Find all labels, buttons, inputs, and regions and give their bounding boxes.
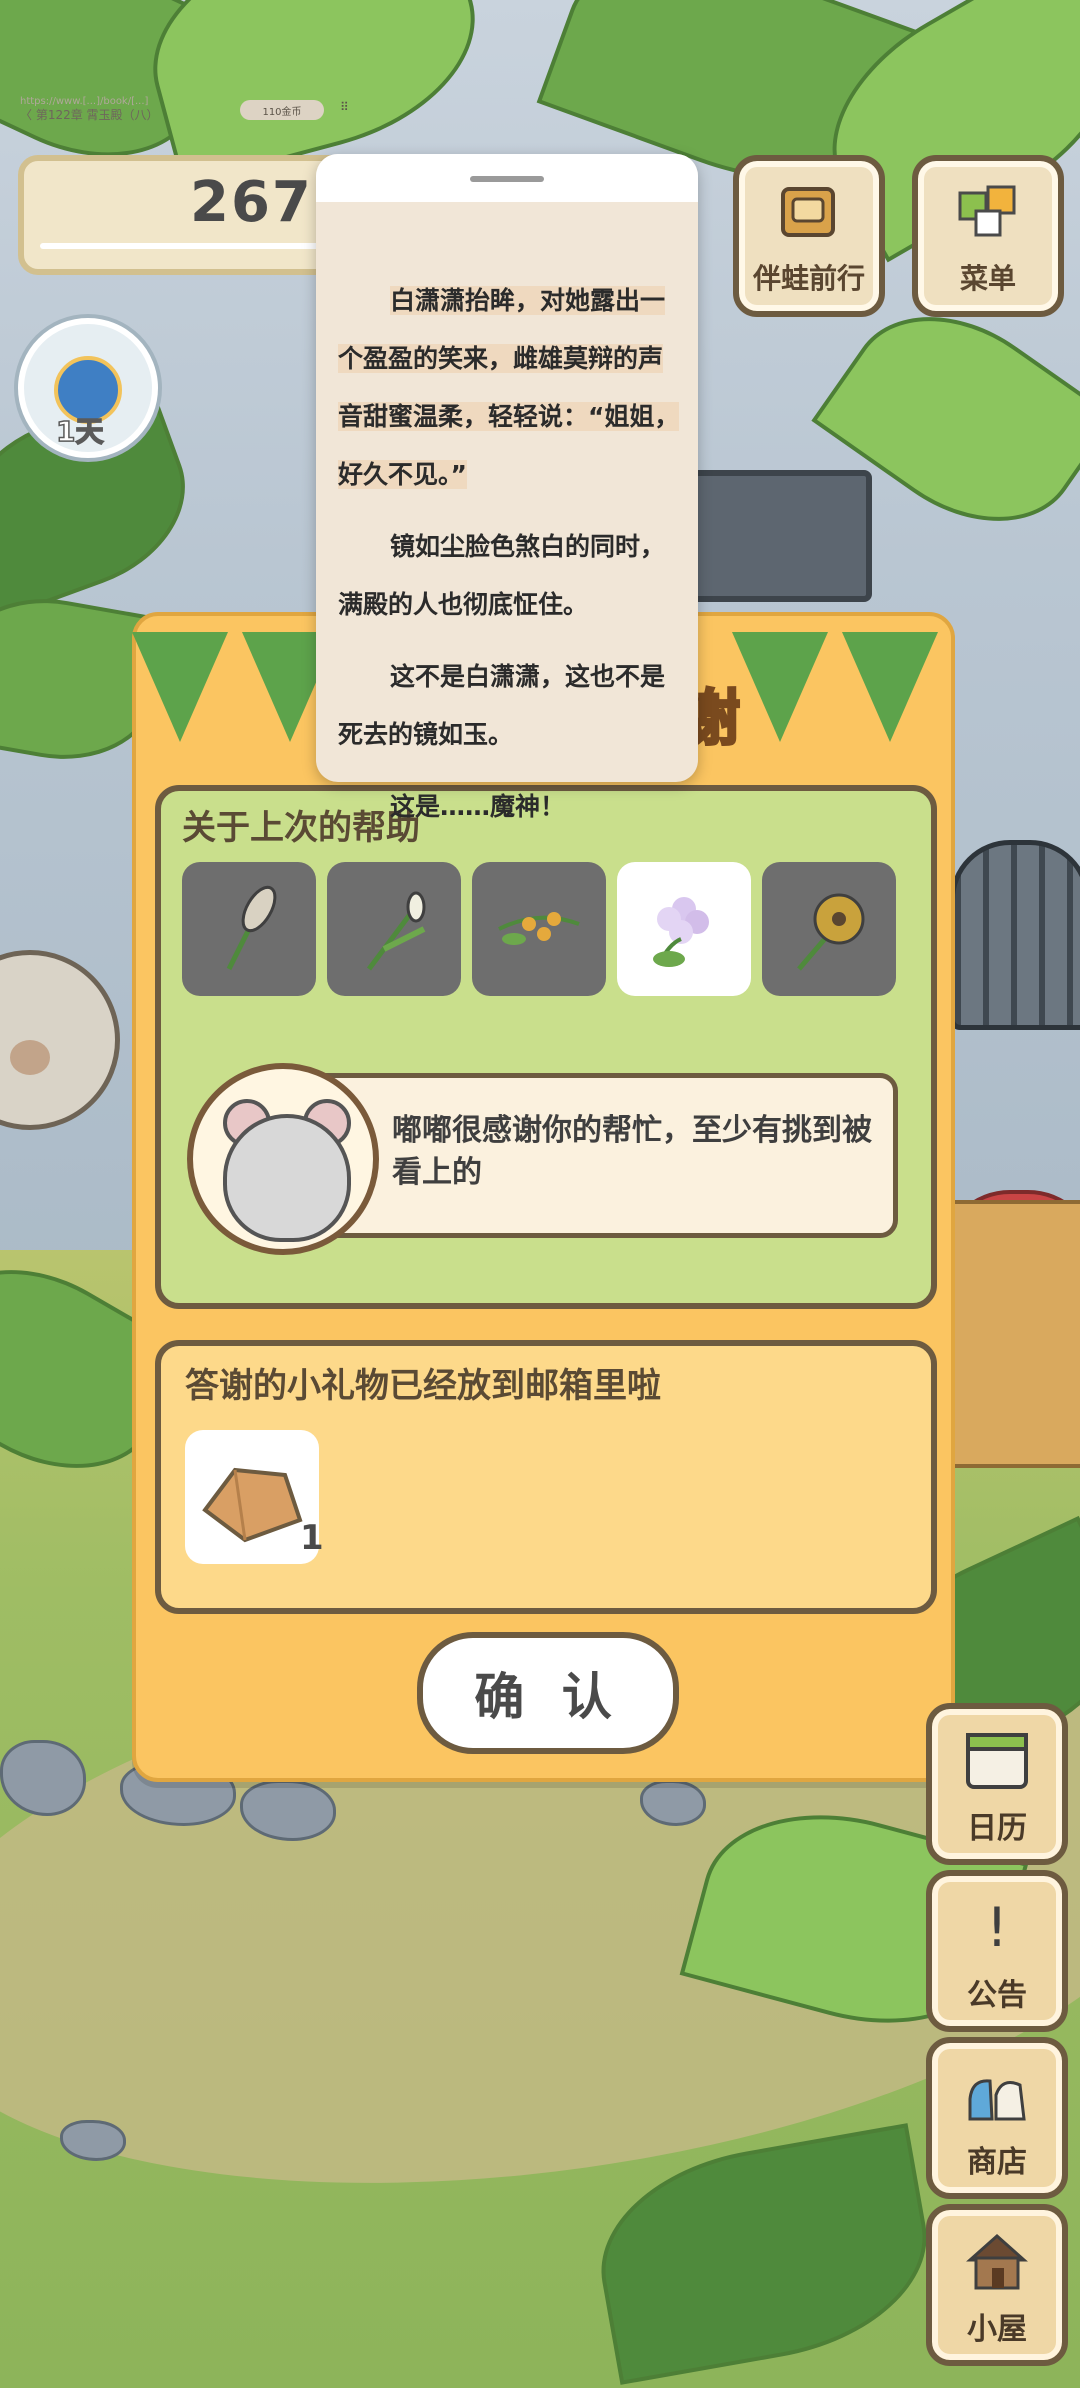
calendar-icon (962, 1725, 1032, 1795)
menu-button[interactable]: 菜单 (912, 155, 1064, 317)
reader-paragraph: 这不是白潇潇，这也不是死去的镜如玉。 (338, 662, 666, 749)
yellow-flower-icon (797, 893, 865, 971)
reader-more-icon[interactable]: ⠿ (340, 100, 349, 114)
birdcage (950, 840, 1080, 1030)
day-label: 1天 (55, 414, 104, 449)
reader-paragraph: 镜如尘脸色煞白的同时，满殿的人也彻底怔住。 (338, 532, 666, 619)
orchid-icon (367, 891, 426, 971)
reward-count: 1 (300, 1518, 324, 1558)
reader-paragraph: 白潇潇抬眸，对她露出一个盈盈的笑来，雌雄莫辩的声音甜蜜温柔，轻轻说：“姐姐，好久… (338, 286, 680, 489)
hamster-body (223, 1114, 351, 1242)
clover-divider (40, 243, 320, 249)
help-item-slot[interactable] (472, 862, 606, 996)
mailbox[interactable] (950, 1200, 1080, 1468)
bunting-flag (842, 632, 938, 742)
reader-chapter-title[interactable]: 〈 第122章 霄玉殿（八） (20, 106, 159, 123)
gift-package-icon (202, 1467, 303, 1543)
speech-text: 嘟嘟很感谢你的帮忙，至少有挑到被看上的 (392, 1113, 872, 1190)
bunting-flag (732, 632, 828, 742)
travel-label: 伴蛙前行 (752, 262, 865, 295)
confirm-button[interactable]: 确 认 (417, 1632, 679, 1754)
notice-label: 公告 (967, 1978, 1027, 2013)
help-item-slot[interactable] (182, 862, 316, 996)
house-button[interactable]: 小屋 (926, 2204, 1068, 2366)
hamster-avatar (187, 1063, 379, 1255)
calendar-button[interactable]: 日历 (926, 1703, 1068, 1865)
drag-handle[interactable] (470, 176, 544, 182)
reader-content: 白潇潇抬眸，对她露出一个盈盈的笑来，雌雄莫辩的声音甜蜜温柔，轻轻说：“姐姐，好久… (338, 272, 682, 850)
album-icon (777, 183, 841, 243)
reader-coin-pill[interactable]: 110金币 (240, 100, 324, 120)
house-label: 小屋 (967, 2312, 1027, 2347)
bag-icon (962, 2059, 1032, 2129)
notice-button[interactable]: ! 公告 (926, 1870, 1068, 2032)
shop-label: 商店 (967, 2145, 1027, 2180)
help-item-slot-selected[interactable] (617, 862, 751, 996)
reward-item-slot[interactable] (185, 1430, 319, 1564)
exclamation-icon: ! (986, 1895, 1008, 1959)
shop-button[interactable]: 商店 (926, 2037, 1068, 2199)
stone-gate (690, 470, 872, 602)
grass-plant-icon (226, 885, 277, 971)
travel-button[interactable]: 伴蛙前行 (733, 155, 885, 317)
reward-title: 答谢的小礼物已经放到邮箱里啦 (185, 1366, 661, 1406)
reader-paragraph: 这是……魔神！ (390, 792, 566, 821)
lilac-icon (653, 897, 709, 967)
osmanthus-icon (498, 912, 580, 945)
bunting-flag (132, 632, 228, 742)
house-icon (962, 2226, 1032, 2296)
help-item-slot[interactable] (327, 862, 461, 996)
calendar-label: 日历 (967, 1811, 1027, 1846)
menu-icon (956, 183, 1020, 243)
help-item-slot[interactable] (762, 862, 896, 996)
menu-label: 菜单 (959, 262, 1016, 295)
